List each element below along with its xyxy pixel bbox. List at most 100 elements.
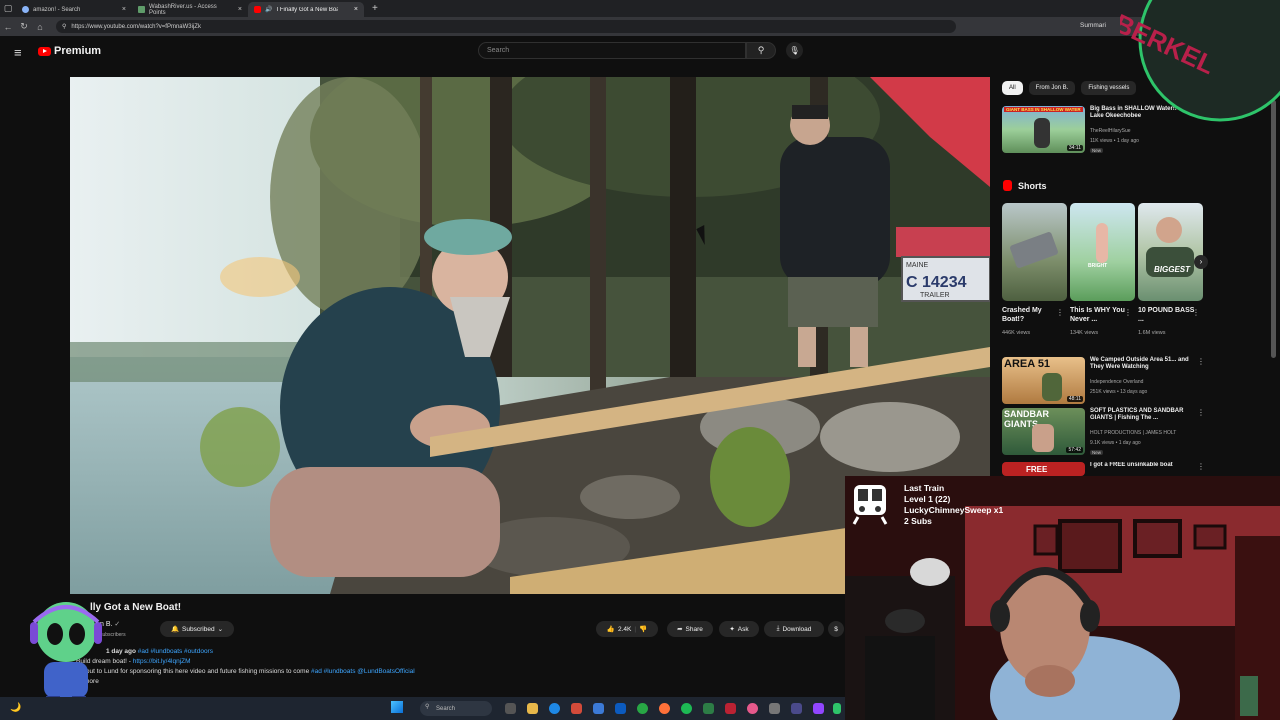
taskbar-search-label: Search — [436, 705, 456, 712]
tab-title: WabashRiver.us - Access Points — [149, 3, 217, 16]
train-icon — [852, 485, 888, 525]
weather-icon[interactable]: 🌙 — [10, 702, 21, 713]
recommended-video[interactable]: FREE I got a FREE unsinkable boat ⋮ — [1002, 462, 1202, 476]
short-title[interactable]: 10 POUND BASS ... — [1138, 306, 1200, 324]
close-icon[interactable]: × — [238, 6, 242, 13]
app-icon[interactable] — [725, 703, 736, 714]
recommended-video[interactable]: SANDBAR GIANTS 57:42 SOFT PLASTICS AND S… — [1002, 408, 1205, 458]
chip-from-channel[interactable]: From Jon B. — [1028, 81, 1076, 95]
video-description[interactable]: 1 day ago #ad #lundboats #outdoors Build… — [56, 648, 846, 694]
thumbnail-text: AREA 51 — [1004, 358, 1051, 370]
video-thumbnail[interactable]: FREE — [1002, 462, 1085, 476]
chrome-icon[interactable] — [637, 703, 648, 714]
voice-search-button[interactable]: 🎙 — [786, 42, 803, 59]
alert-line-user: LuckyChimneySweep x1 — [904, 505, 1004, 515]
short-title[interactable]: This Is WHY You Never ... — [1070, 306, 1132, 324]
like-count[interactable]: 2.4K — [618, 626, 631, 633]
home-icon[interactable]: ⌂ — [32, 22, 48, 32]
download-button[interactable]: ⤓ Download — [764, 621, 824, 637]
outlook-icon[interactable] — [615, 703, 626, 714]
file-explorer-icon[interactable] — [527, 703, 538, 714]
url-input[interactable]: ⚲ https://www.youtube.com/watch?v=fPmnaW… — [56, 20, 956, 33]
edge-icon[interactable] — [549, 703, 560, 714]
browser-tab[interactable]: WabashRiver.us - Access Points × — [132, 2, 248, 17]
video-thumbnail[interactable]: GIANT BASS IN SHALLOW WATER 34:11 — [1002, 106, 1085, 153]
boat-figure — [1009, 231, 1059, 269]
back-arrow-icon[interactable]: ← — [0, 22, 16, 32]
logo-label: Premium — [54, 45, 102, 57]
thumbnail-figure — [1034, 118, 1050, 148]
dislike-icon[interactable]: 👎 — [639, 625, 647, 633]
more-options-icon[interactable]: ⋮ — [1056, 308, 1064, 317]
short-thumbnail[interactable]: BIGGEST — [1138, 203, 1203, 301]
app-icon[interactable] — [791, 703, 802, 714]
app-icon[interactable] — [571, 703, 582, 714]
app-icon[interactable] — [769, 703, 780, 714]
download-label: Download — [782, 625, 812, 633]
short-thumbnail[interactable]: BRIGHT — [1070, 203, 1135, 301]
hashtags[interactable]: #ad #lundboats @LundBoatsOfficial — [311, 668, 415, 675]
like-icon[interactable]: 👍 — [607, 625, 615, 633]
youtube-play-icon — [38, 46, 51, 56]
subscribed-button[interactable]: 🔔 Subscribed ⌄ — [160, 621, 234, 637]
thanks-button[interactable]: $ — [828, 621, 844, 637]
video-meta: 251K views • 13 days ago — [1090, 389, 1148, 395]
thumbnail-figure — [1032, 424, 1054, 452]
firefox-icon[interactable] — [659, 703, 670, 714]
video-duration: 48:11 — [1066, 396, 1083, 402]
more-options-icon[interactable]: ⋮ — [1124, 308, 1132, 317]
more-options-icon[interactable]: ⋮ — [1197, 357, 1205, 366]
chip-all[interactable]: All — [1002, 81, 1023, 95]
twitch-icon[interactable] — [813, 703, 824, 714]
more-options-icon[interactable]: ⋮ — [1192, 308, 1200, 317]
search-input[interactable]: Search — [478, 42, 746, 59]
more-options-icon[interactable]: ⋮ — [1197, 462, 1202, 471]
video-thumbnail[interactable]: SANDBAR GIANTS 57:42 — [1002, 408, 1085, 455]
scrollbar[interactable] — [1271, 100, 1276, 358]
hand-figure — [1096, 223, 1108, 263]
summary-button[interactable]: Summari — [1080, 22, 1106, 29]
app-icon[interactable] — [593, 703, 604, 714]
brand-badge-overlay: BERKEL — [1120, 0, 1280, 125]
new-tab-button[interactable]: + — [372, 3, 378, 14]
close-icon[interactable]: × — [122, 6, 126, 13]
recommended-video[interactable]: AREA 51 48:11 We Camped Outside Area 51.… — [1002, 357, 1205, 407]
chevron-right-icon[interactable]: › — [1194, 255, 1208, 269]
hashtags[interactable]: #ad #lundboats #outdoors — [138, 648, 213, 655]
browser-tab-active[interactable]: 🔊 I Finally Got a New Boat! - Yo × — [248, 2, 364, 17]
search-button[interactable]: ⚲ — [746, 42, 776, 59]
video-title: I got a FREE unsinkable boat — [1090, 462, 1173, 468]
youtube-favicon-icon — [254, 6, 261, 13]
ask-button[interactable]: ✦ Ask — [719, 621, 759, 637]
video-meta: 9.1K views • 1 day ago — [1090, 440, 1141, 446]
upload-date: 1 day ago — [106, 648, 136, 655]
youtube-logo[interactable]: Premium — [38, 45, 101, 57]
share-button[interactable]: ➦ Share — [667, 621, 713, 637]
reload-icon[interactable]: ↻ — [16, 21, 32, 32]
app-icon[interactable] — [703, 703, 714, 714]
short-title[interactable]: Crashed My Boat!? — [1002, 306, 1064, 324]
like-dislike-group: 👍 2.4K | 👎 — [596, 621, 658, 637]
hamburger-menu-icon[interactable]: ≡ — [14, 45, 22, 60]
taskbar-search[interactable]: ⚲ Search — [420, 701, 492, 716]
download-icon: ⤓ — [776, 625, 780, 632]
divider: | — [634, 625, 637, 633]
browser-tab[interactable]: amazon! - Search × — [16, 2, 132, 17]
verified-icon: ✓ — [114, 621, 121, 628]
app-icon[interactable] — [833, 703, 841, 714]
task-view-icon[interactable] — [505, 703, 516, 714]
windows-start-icon[interactable] — [391, 701, 403, 713]
video-thumbnail[interactable]: AREA 51 48:11 — [1002, 357, 1085, 404]
more-options-icon[interactable]: ⋮ — [1197, 408, 1205, 417]
spotify-icon[interactable] — [681, 703, 692, 714]
tab-list-icon[interactable]: ▢ — [0, 3, 16, 14]
site-favicon-icon — [138, 6, 145, 13]
maps-pin-icon[interactable] — [747, 703, 758, 714]
shorts-heading: Shorts — [1018, 180, 1047, 191]
short-thumbnail[interactable] — [1002, 203, 1067, 301]
sponsor-link[interactable]: https://bit.ly/4lqnjZM — [133, 658, 191, 665]
subscribed-label: Subscribed — [182, 625, 215, 633]
thumbnail-figure — [1042, 373, 1062, 401]
person-figure — [1156, 217, 1182, 243]
close-icon[interactable]: × — [354, 6, 358, 13]
